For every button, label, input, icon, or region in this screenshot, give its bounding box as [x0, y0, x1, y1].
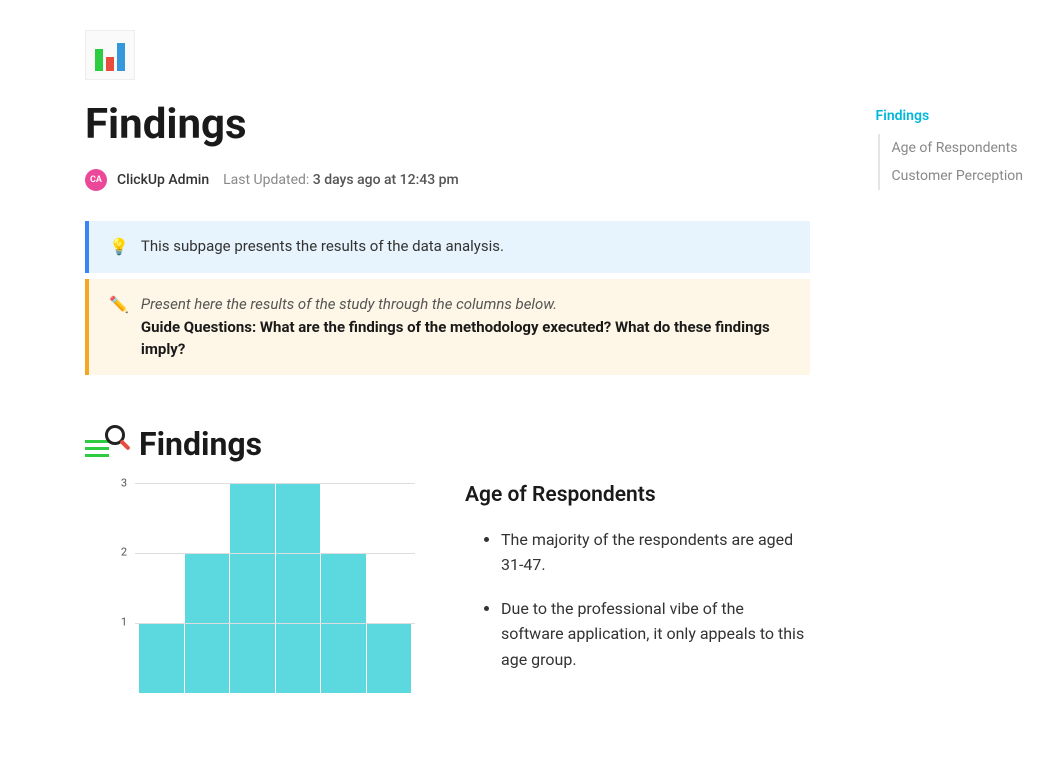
age-histogram-chart: 123: [105, 483, 415, 693]
callout-info: 💡 This subpage presents the results of t…: [85, 221, 810, 273]
icon-bar: [95, 49, 103, 71]
callout-warn-guide: Guide Questions: What are the findings o…: [141, 318, 770, 359]
list-item: Due to the professional vibe of the soft…: [501, 596, 810, 673]
chart-bar: [139, 623, 184, 693]
chart-bar: [230, 484, 275, 693]
y-tick-label: 2: [121, 546, 127, 559]
gridline: [135, 623, 415, 624]
author-avatar[interactable]: CA: [85, 169, 107, 191]
page-icon[interactable]: [85, 30, 135, 80]
chart-bar: [276, 484, 321, 693]
last-updated-value: 3 days ago at 12:43 pm: [313, 172, 459, 188]
page-title: Findings: [85, 100, 810, 149]
callout-info-text: This subpage presents the results of the…: [141, 235, 792, 258]
callout-warn-intro: Present here the results of the study th…: [141, 295, 557, 313]
icon-bar: [106, 57, 114, 71]
subsection-title-age: Age of Respondents: [465, 483, 810, 507]
lightbulb-icon: 💡: [109, 235, 129, 259]
icon-bar: [117, 43, 125, 71]
section-heading: Findings: [85, 425, 810, 463]
author-name: ClickUp Admin: [117, 172, 209, 188]
callout-warn-body: Present here the results of the study th…: [141, 293, 792, 361]
y-tick-label: 1: [121, 616, 127, 629]
y-tick-label: 3: [121, 476, 127, 489]
pencil-icon: ✏️: [109, 293, 129, 317]
nav-item[interactable]: Age of Respondents: [880, 134, 1024, 162]
callout-warn: ✏️ Present here the results of the study…: [85, 279, 810, 375]
chart-bar: [367, 623, 412, 693]
nav-item-findings[interactable]: Findings: [876, 102, 1024, 130]
gridline: [135, 553, 415, 554]
magnifier-list-icon: [85, 427, 127, 461]
last-updated: Last Updated: 3 days ago at 12:43 pm: [219, 172, 459, 188]
list-item: The majority of the respondents are aged…: [501, 527, 810, 578]
findings-list: The majority of the respondents are aged…: [465, 527, 810, 673]
last-updated-label: Last Updated:: [223, 172, 313, 188]
nav-item[interactable]: Customer Perception: [880, 162, 1024, 190]
meta-row: CA ClickUp Admin Last Updated: 3 days ag…: [85, 169, 810, 191]
section-heading-text: Findings: [139, 425, 262, 463]
outline-nav: Findings Age of RespondentsCustomer Perc…: [876, 102, 1024, 190]
